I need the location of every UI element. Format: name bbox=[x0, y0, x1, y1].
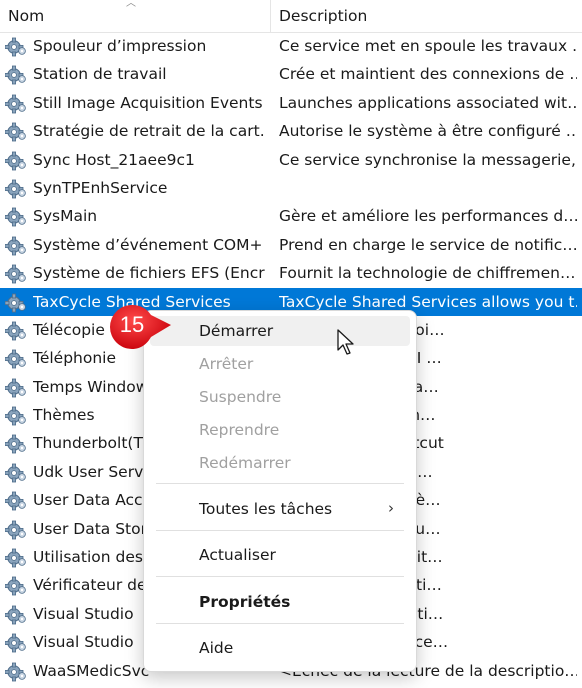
service-gear-icon bbox=[4, 65, 27, 85]
service-gear-icon bbox=[4, 520, 27, 540]
table-row[interactable]: Système d’événement COM+ Prend en charge … bbox=[0, 231, 582, 259]
service-name: Station de travail bbox=[33, 65, 167, 84]
menu-item-help-label: Aide bbox=[199, 639, 234, 657]
menu-item-start-label: Démarrer bbox=[199, 322, 274, 340]
service-description: Fournit la technologie de chiffremen… bbox=[279, 264, 576, 283]
service-description: Gère et améliore les performances d… bbox=[279, 207, 577, 226]
service-description: Ce service synchronise la messagerie,… bbox=[279, 150, 577, 169]
service-description: Launches applications associated wit… bbox=[279, 93, 577, 112]
service-name: Stratégie de retrait de la cart… bbox=[33, 122, 265, 141]
service-name: SynTPEnhService bbox=[33, 178, 168, 197]
service-gear-icon bbox=[4, 434, 27, 454]
column-header-name[interactable]: Nom bbox=[8, 7, 44, 25]
service-description: TaxCycle Shared Services allows you t… bbox=[279, 292, 577, 311]
menu-separator bbox=[156, 576, 404, 577]
service-gear-icon bbox=[4, 662, 27, 682]
step-callout-badge: 15 bbox=[107, 303, 171, 351]
menu-item-restart-label: Redémarrer bbox=[199, 454, 291, 472]
service-gear-icon bbox=[4, 151, 27, 171]
service-name: Sync Host_21aee9c1 bbox=[33, 150, 195, 169]
service-description: Ce service met en spoule les travaux … bbox=[279, 37, 577, 55]
service-name: SysMain bbox=[33, 207, 98, 226]
service-gear-icon bbox=[4, 321, 27, 341]
table-row[interactable]: Station de travail Crée et maintient des … bbox=[0, 60, 582, 88]
menu-item-refresh[interactable]: Actualiser bbox=[150, 540, 410, 570]
menu-item-properties-label: Propriétés bbox=[199, 593, 291, 611]
service-name: Spouleur d’impression bbox=[33, 37, 207, 55]
table-row[interactable]: Spouleur d’impression Ce service met en s… bbox=[0, 32, 582, 60]
service-gear-icon bbox=[4, 94, 27, 114]
table-row[interactable]: Still Image Acquisition Events Launches a… bbox=[0, 89, 582, 117]
menu-item-all-tasks-label: Toutes les tâches bbox=[199, 500, 333, 518]
table-row[interactable]: Sync Host_21aee9c1 Ce service synchronise… bbox=[0, 146, 582, 174]
service-name: Système de fichiers EFS (Encr… bbox=[33, 264, 265, 283]
menu-separator bbox=[156, 623, 404, 624]
service-name: Still Image Acquisition Events bbox=[33, 93, 263, 112]
service-gear-icon bbox=[4, 491, 27, 511]
service-description: Autorise le système à être configuré … bbox=[279, 122, 577, 141]
column-header-description[interactable]: Description bbox=[279, 7, 367, 25]
menu-item-pause-label: Suspendre bbox=[199, 388, 282, 406]
service-gear-icon bbox=[4, 548, 27, 568]
table-row[interactable]: Système de fichiers EFS (Encr… Fournit la… bbox=[0, 259, 582, 287]
menu-item-start[interactable]: Démarrer bbox=[150, 316, 410, 346]
menu-item-pause[interactable]: Suspendre bbox=[150, 382, 410, 412]
service-gear-icon bbox=[4, 236, 27, 256]
service-gear-icon bbox=[4, 293, 27, 313]
service-name: Système d’événement COM+ bbox=[33, 235, 263, 254]
context-menu: Démarrer Arrêter Suspendre Reprendre Red… bbox=[143, 310, 417, 672]
submenu-arrow-icon: › bbox=[388, 499, 394, 517]
table-row[interactable]: SysMain Gère et améliore les performances… bbox=[0, 202, 582, 230]
service-gear-icon bbox=[4, 406, 27, 426]
column-divider[interactable] bbox=[270, 0, 271, 32]
menu-item-resume-label: Reprendre bbox=[199, 421, 280, 439]
service-gear-icon bbox=[4, 37, 27, 57]
service-gear-icon bbox=[4, 207, 27, 227]
menu-item-resume[interactable]: Reprendre bbox=[150, 415, 410, 445]
menu-separator bbox=[156, 530, 404, 531]
service-gear-icon bbox=[4, 122, 27, 142]
menu-item-refresh-label: Actualiser bbox=[199, 546, 276, 564]
service-gear-icon bbox=[4, 605, 27, 625]
sort-caret-icon: ︿ bbox=[126, 0, 136, 9]
service-description: Crée et maintient des connexions de … bbox=[279, 65, 577, 84]
column-header-bar: Nom ︿ Description bbox=[0, 0, 582, 33]
menu-item-help[interactable]: Aide bbox=[150, 633, 410, 663]
menu-item-restart[interactable]: Redémarrer bbox=[150, 448, 410, 478]
service-gear-icon bbox=[4, 179, 27, 199]
callout-number: 15 bbox=[119, 312, 145, 337]
mouse-pointer-icon bbox=[337, 329, 354, 355]
service-gear-icon bbox=[4, 576, 27, 596]
table-row[interactable]: Stratégie de retrait de la cart… Autorise… bbox=[0, 117, 582, 145]
service-gear-icon bbox=[4, 378, 27, 398]
service-gear-icon bbox=[4, 633, 27, 653]
service-description: Prend en charge le service de notific… bbox=[279, 235, 577, 254]
table-row[interactable]: SynTPEnhService bbox=[0, 174, 582, 202]
menu-item-properties[interactable]: Propriétés bbox=[150, 587, 410, 617]
menu-item-stop[interactable]: Arrêter bbox=[150, 349, 410, 379]
service-gear-icon bbox=[4, 264, 27, 284]
service-gear-icon bbox=[4, 463, 27, 483]
menu-item-all-tasks[interactable]: Toutes les tâches › bbox=[150, 494, 410, 524]
menu-separator bbox=[156, 483, 404, 484]
menu-item-stop-label: Arrêter bbox=[199, 355, 254, 373]
service-gear-icon bbox=[4, 349, 27, 369]
